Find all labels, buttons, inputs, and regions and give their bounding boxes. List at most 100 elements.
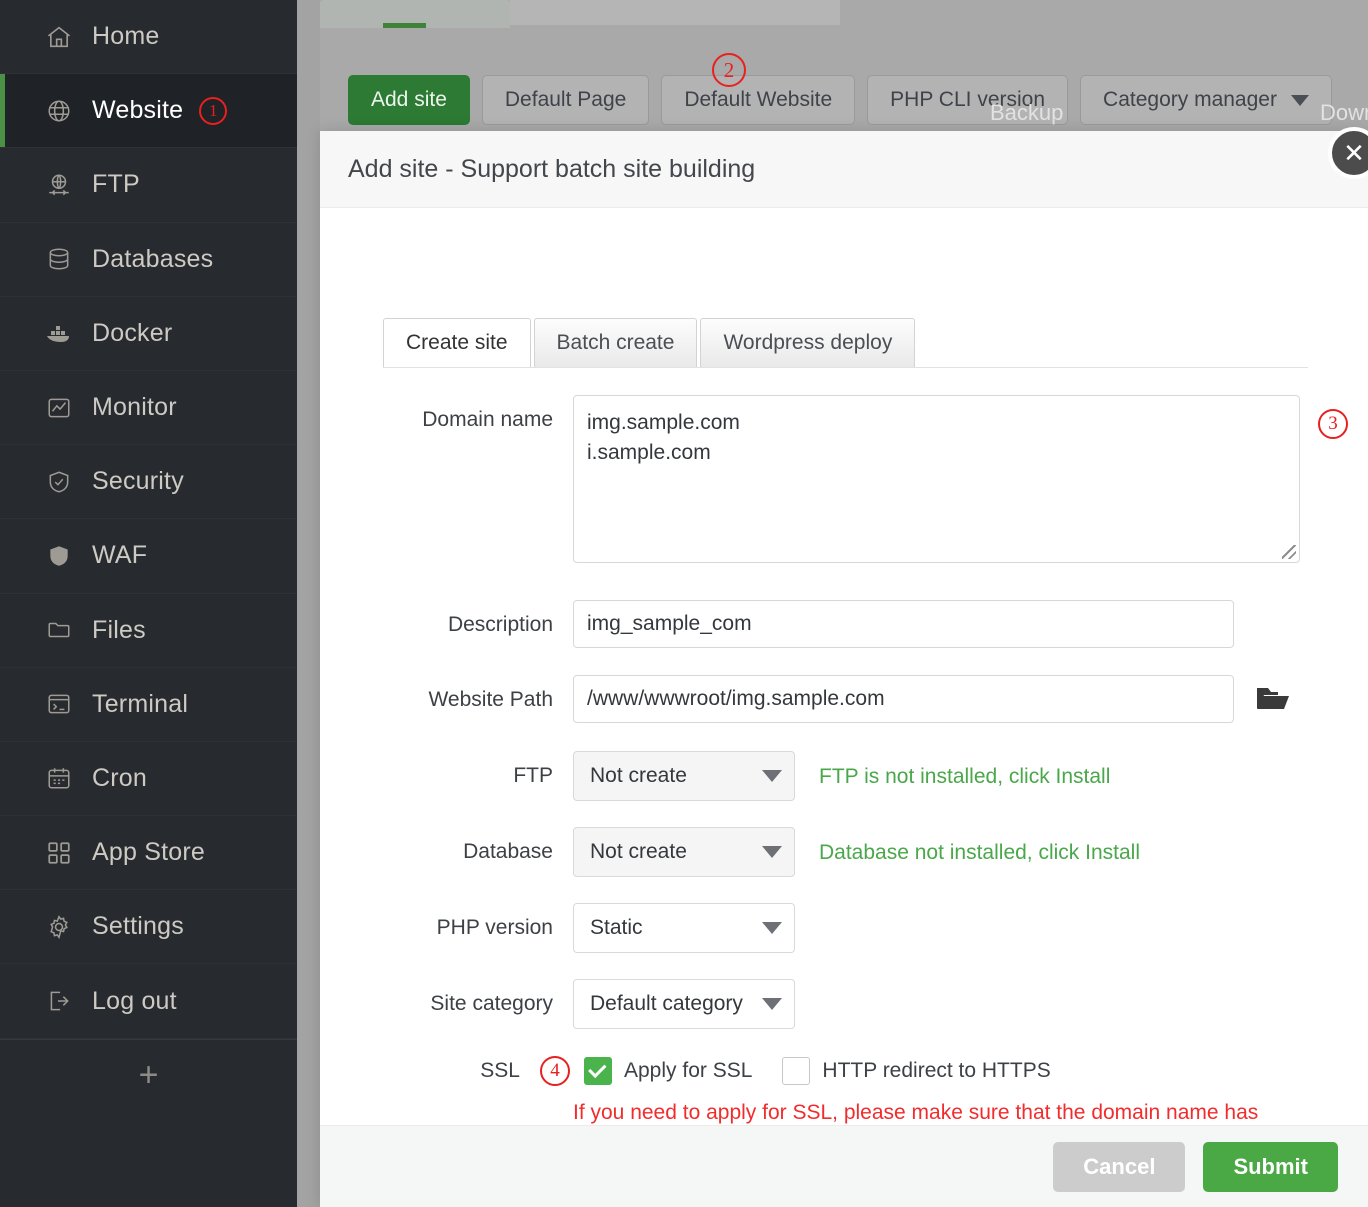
http-redirect-checkbox[interactable] bbox=[782, 1057, 811, 1085]
ftp-label: FTP bbox=[513, 764, 553, 787]
chevron-down-icon bbox=[762, 846, 782, 858]
resize-handle-icon[interactable] bbox=[1282, 545, 1296, 559]
php-version-label: PHP version bbox=[436, 916, 553, 939]
chevron-down-icon bbox=[762, 922, 782, 934]
browser-tab-stub[interactable] bbox=[320, 0, 510, 28]
gear-icon bbox=[44, 912, 74, 942]
dialog-tabs: Create site Batch create Wordpress deplo… bbox=[383, 318, 918, 367]
database-select-value: Not create bbox=[590, 840, 687, 863]
website-path-input[interactable]: /www/wwwroot/img.sample.com bbox=[573, 675, 1234, 723]
docker-icon bbox=[44, 318, 74, 348]
sidebar-item-monitor[interactable]: Monitor bbox=[0, 371, 297, 446]
sidebar-item-docker[interactable]: Docker bbox=[0, 297, 297, 371]
apply-for-ssl-checkbox[interactable] bbox=[584, 1057, 612, 1085]
sidebar-item-website[interactable]: Website 1 bbox=[0, 74, 297, 149]
sidebar-item-app-store[interactable]: App Store bbox=[0, 816, 297, 891]
site-category-label: Site category bbox=[430, 992, 553, 1015]
field-domain-name: Domain name img.sample.com i.sample.com 3 bbox=[340, 395, 1348, 563]
sidebar-item-home[interactable]: Home bbox=[0, 0, 297, 75]
domain-name-value: img.sample.com i.sample.com bbox=[587, 411, 740, 464]
submit-button[interactable]: Submit bbox=[1203, 1141, 1338, 1192]
folder-open-icon[interactable] bbox=[1256, 684, 1290, 717]
dialog-body: Create site Batch create Wordpress deplo… bbox=[320, 208, 1368, 1154]
domain-name-label: Domain name bbox=[422, 408, 553, 431]
sidebar-active-accent bbox=[0, 74, 5, 148]
tab-wordpress-deploy[interactable]: Wordpress deploy bbox=[700, 318, 916, 367]
database-select[interactable]: Not create bbox=[573, 827, 795, 877]
sidebar-item-waf[interactable]: WAF bbox=[0, 519, 297, 594]
sidebar-add-button[interactable]: + bbox=[0, 1038, 297, 1111]
description-input[interactable]: img_sample_com bbox=[573, 600, 1234, 648]
terminal-icon bbox=[44, 689, 74, 719]
calendar-icon bbox=[44, 763, 74, 793]
sidebar-item-log-out[interactable]: Log out bbox=[0, 964, 297, 1039]
sidebar-item-settings[interactable]: Settings bbox=[0, 890, 297, 965]
add-site-dialog: Add site - Support batch site building ✕… bbox=[320, 127, 1368, 1207]
tab-batch-create[interactable]: Batch create bbox=[533, 318, 698, 367]
sidebar-item-files[interactable]: Files bbox=[0, 594, 297, 668]
annotation-4: 4 bbox=[540, 1056, 570, 1086]
sidebar-item-label: Terminal bbox=[92, 689, 189, 718]
chevron-down-icon bbox=[762, 770, 782, 782]
dialog-header: Add site - Support batch site building bbox=[320, 131, 1368, 208]
domain-name-textarea[interactable]: img.sample.com i.sample.com bbox=[573, 395, 1300, 563]
database-label: Database bbox=[463, 840, 553, 863]
shield-icon bbox=[44, 541, 74, 571]
database-icon bbox=[44, 244, 74, 274]
sidebar-item-security[interactable]: Security bbox=[0, 445, 297, 520]
category-manager-dropdown[interactable]: Category manager bbox=[1080, 75, 1332, 125]
site-toolbar: Add site Default Page Default Website PH… bbox=[348, 75, 1332, 125]
page-top-strip: Add site Default Page Default Website PH… bbox=[320, 0, 1368, 131]
ssl-label: SSL bbox=[480, 1059, 520, 1083]
sidebar-item-cron[interactable]: Cron bbox=[0, 742, 297, 817]
ghost-button-download: Download bbox=[1320, 100, 1368, 125]
default-website-button[interactable]: Default Website bbox=[661, 75, 856, 125]
ftp-install-hint[interactable]: FTP is not installed, click Install bbox=[819, 765, 1110, 789]
default-page-button[interactable]: Default Page bbox=[481, 75, 650, 125]
annotation-3: 3 bbox=[1318, 409, 1348, 439]
page-scrollbar-gutter[interactable] bbox=[297, 0, 320, 1207]
logout-icon bbox=[44, 986, 74, 1016]
field-description: Description img_sample_com bbox=[340, 600, 1234, 648]
sidebar-item-label: Settings bbox=[92, 912, 184, 941]
php-version-select[interactable]: Static bbox=[573, 903, 795, 953]
cancel-button[interactable]: Cancel bbox=[1053, 1141, 1186, 1192]
database-install-hint[interactable]: Database not installed, click Install bbox=[819, 841, 1140, 865]
tab-create-site[interactable]: Create site bbox=[383, 318, 531, 367]
monitor-icon bbox=[44, 393, 74, 423]
shield-check-icon bbox=[44, 467, 74, 497]
browser-tab-stub-secondary[interactable] bbox=[510, 0, 840, 25]
chevron-down-icon bbox=[762, 998, 782, 1010]
sidebar-item-label: App Store bbox=[92, 838, 205, 867]
ftp-icon bbox=[44, 170, 74, 200]
ftp-select[interactable]: Not create bbox=[573, 751, 795, 801]
field-ftp: FTP Not create FTP is not installed, cli… bbox=[340, 751, 1110, 801]
sidebar-item-label: WAF bbox=[92, 541, 148, 570]
annotation-2: 2 bbox=[712, 53, 746, 87]
sidebar-item-ftp[interactable]: FTP bbox=[0, 148, 297, 223]
site-category-select[interactable]: Default category bbox=[573, 979, 795, 1029]
php-version-value: Static bbox=[590, 916, 643, 939]
field-website-path: Website Path /www/wwwroot/img.sample.com bbox=[340, 675, 1290, 723]
sidebar-item-terminal[interactable]: Terminal bbox=[0, 668, 297, 742]
add-site-button[interactable]: Add site bbox=[348, 75, 470, 125]
field-site-category: Site category Default category bbox=[340, 979, 795, 1029]
sidebar-item-label: Monitor bbox=[92, 393, 177, 422]
field-ssl: SSL 4 Apply for SSL HTTP redirect to HTT… bbox=[340, 1056, 1051, 1086]
folder-icon bbox=[44, 615, 74, 645]
sidebar-item-label: FTP bbox=[92, 170, 140, 199]
sidebar-item-label: Databases bbox=[92, 244, 214, 273]
sidebar-item-databases[interactable]: Databases bbox=[0, 223, 297, 297]
grid-icon bbox=[44, 838, 74, 868]
sidebar-item-label: Cron bbox=[92, 763, 147, 792]
ftp-select-value: Not create bbox=[590, 764, 687, 787]
tab-active-underline bbox=[383, 23, 426, 28]
annotation-1: 1 bbox=[199, 96, 228, 125]
sidebar-item-label: Files bbox=[92, 615, 146, 644]
site-category-value: Default category bbox=[590, 992, 743, 1015]
sidebar-item-label: Log out bbox=[92, 986, 177, 1015]
ghost-button-backup: Backup bbox=[990, 100, 1064, 125]
sidebar: Home Website 1 FTP Databases Docker Monitor Sec… bbox=[0, 0, 297, 1207]
field-php-version: PHP version Static bbox=[340, 903, 795, 953]
dialog-footer: Cancel Submit bbox=[320, 1125, 1368, 1207]
